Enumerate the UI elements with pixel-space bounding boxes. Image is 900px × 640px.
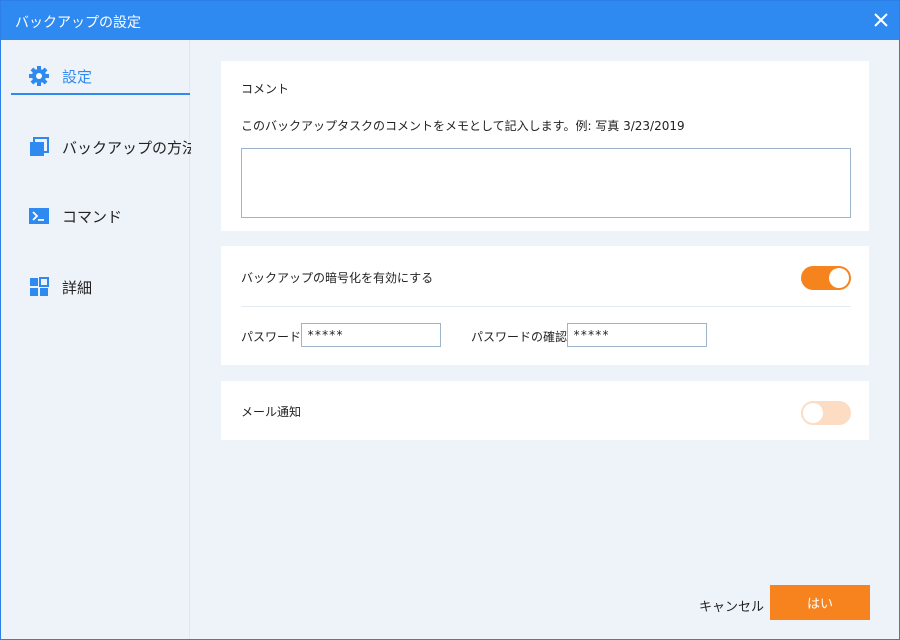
password-label: パスワード [241, 330, 302, 344]
email-label: メール通知 [241, 405, 302, 419]
toggle-knob [803, 403, 823, 423]
sidebar-item-command[interactable]: コマンド [11, 198, 190, 234]
sidebar-item-label: コマンド [62, 207, 123, 226]
encryption-card: バックアップの暗号化を有効にする パスワード ***** パスワードの確認 **… [221, 246, 869, 365]
terminal-icon [28, 205, 50, 227]
close-icon[interactable] [871, 10, 891, 30]
encryption-label: バックアップの暗号化を有効にする [241, 271, 434, 285]
sidebar-item-backup-method[interactable]: バックアップの方法 [11, 129, 197, 165]
password-input[interactable]: ***** [301, 323, 441, 347]
sidebar-item-label: 詳細 [62, 278, 93, 297]
settings-content: コメント このバックアップタスクのコメントをメモとして記入します。例: 写真 3… [191, 40, 899, 639]
backup-settings-window: バックアップの設定 設定 バックアップの方法 コマンド 詳細 コメント このバッ… [0, 0, 900, 640]
window-title: バックアップの設定 [15, 15, 141, 31]
ok-button[interactable]: はい [770, 585, 870, 620]
password-confirm-label: パスワードの確認 [471, 330, 568, 344]
sidebar-item-label: バックアップの方法 [62, 138, 198, 157]
comment-description: このバックアップタスクのコメントをメモとして記入します。例: 写真 3/23/2… [241, 119, 685, 133]
toggle-knob [829, 268, 849, 288]
encryption-toggle[interactable] [801, 266, 851, 290]
comment-heading: コメント [241, 82, 290, 96]
grid-icon [28, 276, 50, 298]
sidebar-item-label: 設定 [62, 67, 93, 86]
password-confirm-input[interactable]: ***** [567, 323, 707, 347]
sidebar-item-details[interactable]: 詳細 [11, 269, 190, 305]
email-card: メール通知 [221, 381, 869, 440]
sidebar-item-settings[interactable]: 設定 [11, 59, 190, 95]
email-toggle[interactable] [801, 401, 851, 425]
comment-card: コメント このバックアップタスクのコメントをメモとして記入します。例: 写真 3… [221, 61, 869, 231]
title-bar: バックアップの設定 [1, 1, 899, 40]
comment-textarea[interactable] [241, 148, 851, 218]
gear-icon [28, 65, 50, 87]
cancel-button[interactable]: キャンセル [699, 596, 764, 615]
copy-icon [28, 136, 50, 158]
sidebar: 設定 バックアップの方法 コマンド 詳細 [1, 40, 197, 639]
divider [241, 306, 851, 307]
